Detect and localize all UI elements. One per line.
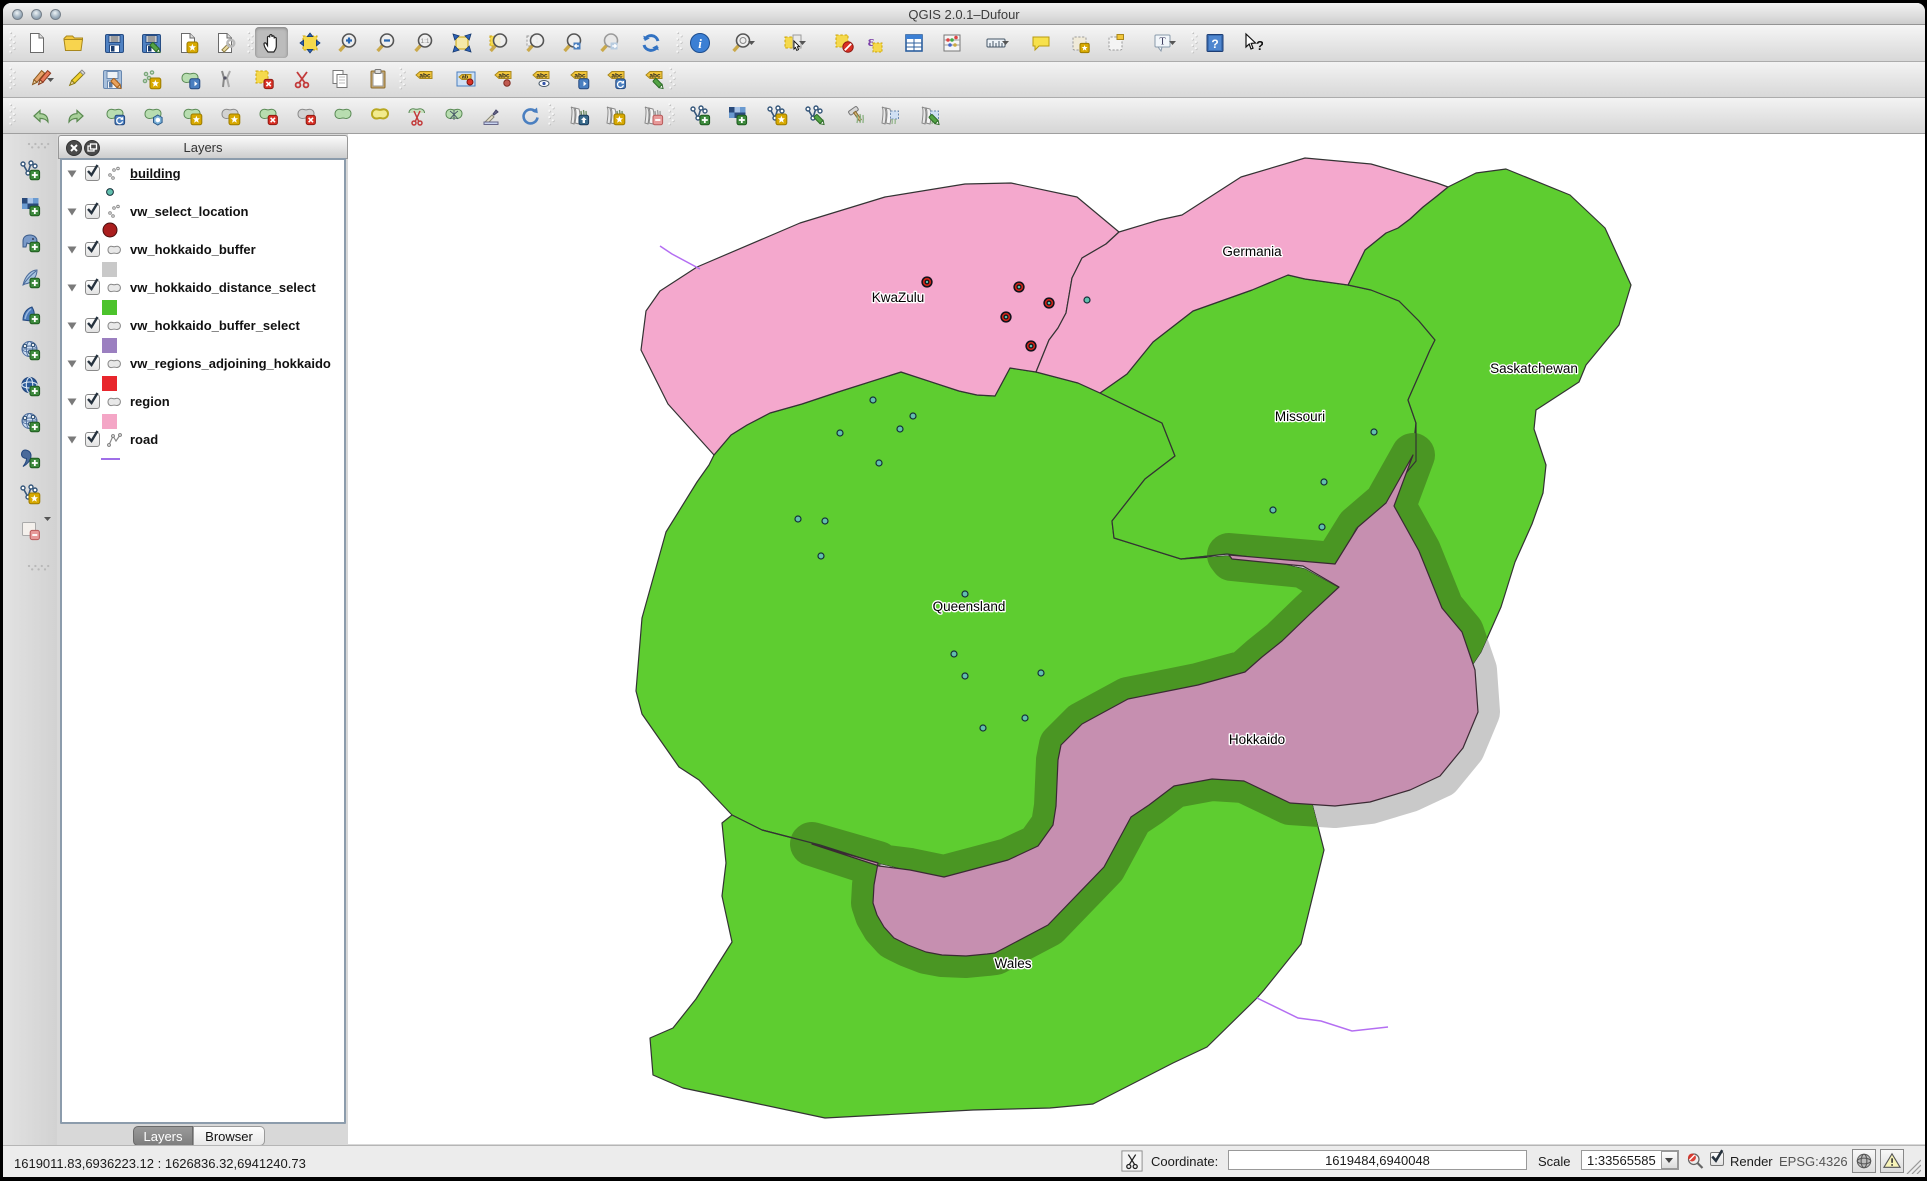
svg-text:abc: abc	[419, 73, 431, 80]
svg-text:Saskatchewan: Saskatchewan	[1490, 361, 1578, 376]
svg-text:KwaZulu: KwaZulu	[872, 290, 925, 305]
svg-text:Hokkaido: Hokkaido	[1229, 732, 1285, 747]
svg-text:abc: abc	[536, 73, 548, 80]
svg-text:Queensland: Queensland	[933, 599, 1006, 614]
svg-text:Germania: Germania	[1222, 244, 1282, 259]
svg-text:?: ?	[1211, 37, 1218, 51]
svg-text:abc: abc	[498, 73, 510, 80]
svg-text:1:1: 1:1	[420, 38, 429, 45]
svg-text:Wales: Wales	[994, 956, 1031, 971]
svg-text:abc: abc	[611, 73, 623, 80]
svg-text:?: ?	[1256, 38, 1263, 53]
svg-text:i: i	[698, 36, 702, 51]
svg-text:T: T	[1159, 37, 1165, 48]
svg-text:Missouri: Missouri	[1275, 409, 1325, 424]
